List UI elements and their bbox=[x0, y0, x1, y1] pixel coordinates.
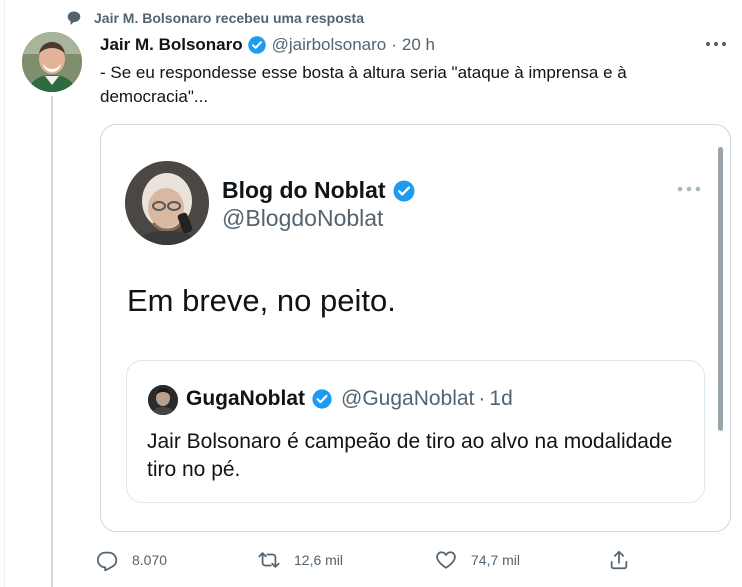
retweet-button[interactable]: 12,6 mil bbox=[258, 545, 343, 575]
scrollbar[interactable] bbox=[718, 147, 723, 431]
embedded-tweet-text: Em breve, no peito. bbox=[127, 283, 396, 318]
social-context: Jair M. Bolsonaro recebeu uma resposta bbox=[66, 8, 364, 28]
separator-dot: · bbox=[391, 35, 397, 54]
embedded-author-avatar bbox=[125, 161, 209, 245]
tweet-header: Jair M. Bolsonaro @jairbolsonaro · 20 h bbox=[100, 33, 435, 57]
social-context-text: Jair M. Bolsonaro recebeu uma resposta bbox=[94, 10, 364, 26]
separator-dot: · bbox=[478, 387, 486, 410]
share-icon bbox=[608, 549, 630, 571]
retweet-icon bbox=[258, 549, 280, 571]
tweet-text: - Se eu respondesse esse bosta à altura … bbox=[100, 63, 627, 106]
embedded-author-handle: @BlogdoNoblat bbox=[222, 205, 384, 231]
quoted-author-name: GugaNoblat bbox=[186, 387, 305, 410]
share-button[interactable] bbox=[608, 545, 630, 575]
verified-badge-icon bbox=[247, 35, 267, 55]
heart-icon bbox=[435, 549, 457, 571]
reply-button[interactable]: 8.070 bbox=[96, 545, 167, 575]
reply-icon bbox=[96, 549, 118, 571]
author-handle[interactable]: @jairbolsonaro bbox=[272, 35, 387, 55]
embedded-screenshot-card[interactable]: Blog do Noblat @BlogdoNoblat Em breve, n… bbox=[100, 124, 731, 532]
quoted-tweet-text: Jair Bolsonaro é campeão de tiro ao alvo… bbox=[147, 430, 673, 481]
embedded-author-row: Blog do Noblat bbox=[222, 177, 421, 204]
thread-connector bbox=[51, 96, 53, 587]
embedded-more-icon bbox=[675, 181, 703, 197]
retweet-count: 12,6 mil bbox=[294, 552, 344, 568]
reply-bubble-icon bbox=[66, 10, 82, 26]
author-avatar[interactable] bbox=[22, 32, 82, 92]
tweet-timestamp[interactable]: 20 h bbox=[402, 35, 435, 55]
more-options-button[interactable] bbox=[704, 34, 728, 54]
reply-count: 8.070 bbox=[132, 552, 168, 568]
like-button[interactable]: 74,7 mil bbox=[435, 545, 520, 575]
quoted-timestamp: 1d bbox=[489, 387, 513, 410]
quoted-tweet: GugaNoblat @GugaNoblat · 1d Jair Bolsona… bbox=[126, 360, 705, 503]
more-icon bbox=[705, 41, 727, 47]
quoted-author-handle: @GugaNoblat bbox=[341, 387, 475, 410]
verified-badge-icon bbox=[311, 388, 333, 410]
verified-badge-icon bbox=[392, 179, 416, 203]
quoted-header: GugaNoblat @GugaNoblat · 1d bbox=[186, 387, 513, 411]
quoted-author-avatar bbox=[148, 385, 178, 415]
left-border bbox=[4, 0, 5, 587]
embedded-author-name: Blog do Noblat bbox=[222, 177, 386, 203]
author-name[interactable]: Jair M. Bolsonaro bbox=[100, 35, 243, 55]
tweet-actions: 8.070 12,6 mil 74,7 mil bbox=[96, 545, 636, 575]
like-count: 74,7 mil bbox=[471, 552, 521, 568]
